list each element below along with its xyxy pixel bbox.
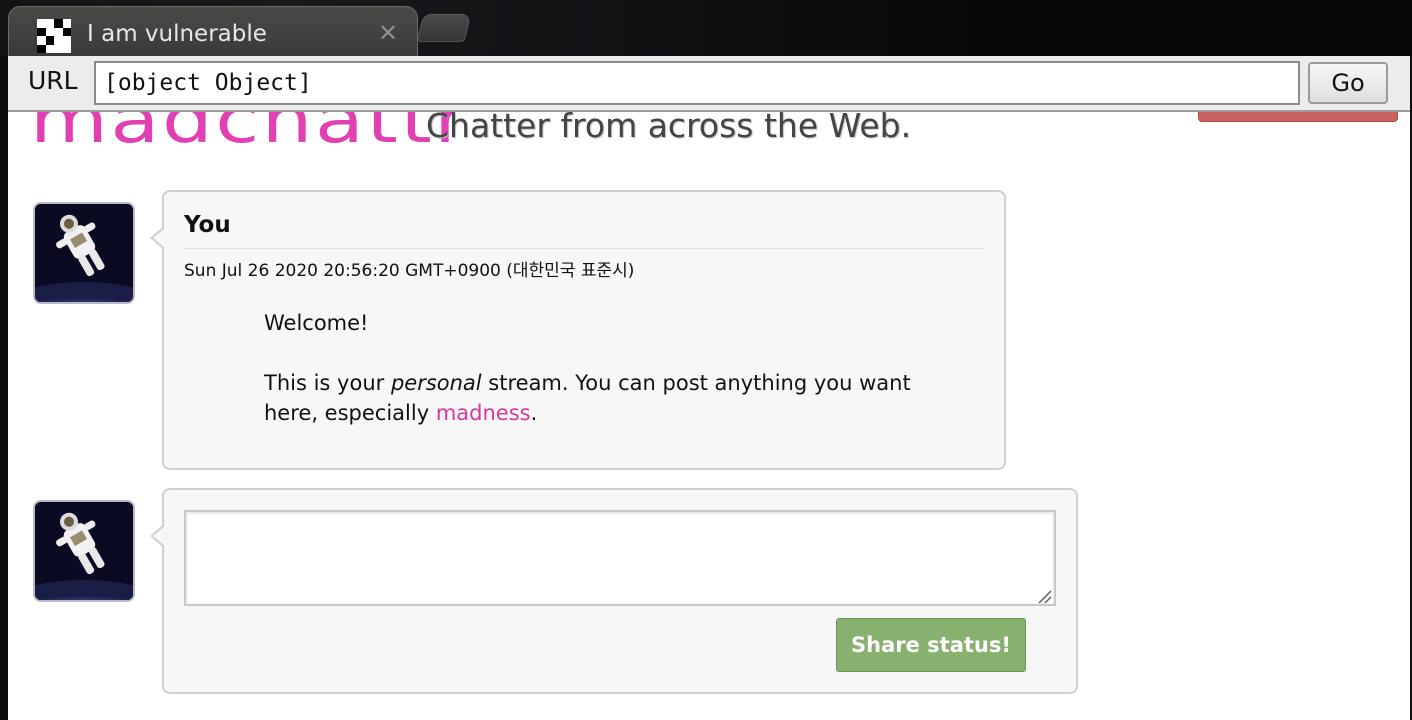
checker-favicon-icon: [37, 19, 71, 53]
tab-title: I am vulnerable: [87, 21, 267, 47]
status-post: You Sun Jul 26 2020 20:56:20 GMT+0900 (대…: [150, 190, 1006, 470]
post-timestamp: Sun Jul 26 2020 20:56:20 GMT+0900 (대한민국 …: [184, 261, 635, 281]
post-body: Welcome! This is your personal stream. Y…: [264, 308, 944, 428]
browser-tab[interactable]: I am vulnerable ✕: [8, 6, 418, 56]
site-logo[interactable]: madchattr: [30, 112, 480, 156]
post-message-line: This is your personal stream. You can po…: [264, 368, 944, 428]
tab-close-icon[interactable]: ✕: [375, 19, 401, 47]
post-author[interactable]: You: [184, 212, 231, 238]
page-viewport: madchattr Chatter from across the Web. Y…: [8, 112, 1410, 720]
status-composer: Share status!: [150, 488, 1078, 694]
site-tagline: Chatter from across the Web.: [426, 112, 912, 145]
share-status-button[interactable]: Share status!: [836, 618, 1026, 672]
resize-grip-icon[interactable]: [1036, 588, 1052, 604]
new-tab-button[interactable]: [416, 14, 472, 42]
url-label: URL: [28, 66, 78, 95]
url-input[interactable]: [94, 61, 1300, 105]
browser-tab-strip: I am vulnerable ✕: [0, 0, 1412, 56]
post-emphasis: personal: [390, 371, 482, 395]
post-text: .: [530, 401, 538, 425]
go-button[interactable]: Go: [1308, 62, 1388, 104]
browser-toolbar: URL Go: [8, 56, 1410, 112]
post-divider: [184, 248, 984, 249]
madness-link[interactable]: madness: [436, 401, 531, 425]
post-text: This is your: [264, 371, 391, 395]
post-welcome-line: Welcome!: [264, 311, 369, 335]
astronaut-avatar-icon: [33, 500, 135, 602]
status-textarea[interactable]: [184, 510, 1056, 606]
astronaut-avatar-icon: [33, 202, 135, 304]
header-action-button[interactable]: [1198, 112, 1398, 122]
